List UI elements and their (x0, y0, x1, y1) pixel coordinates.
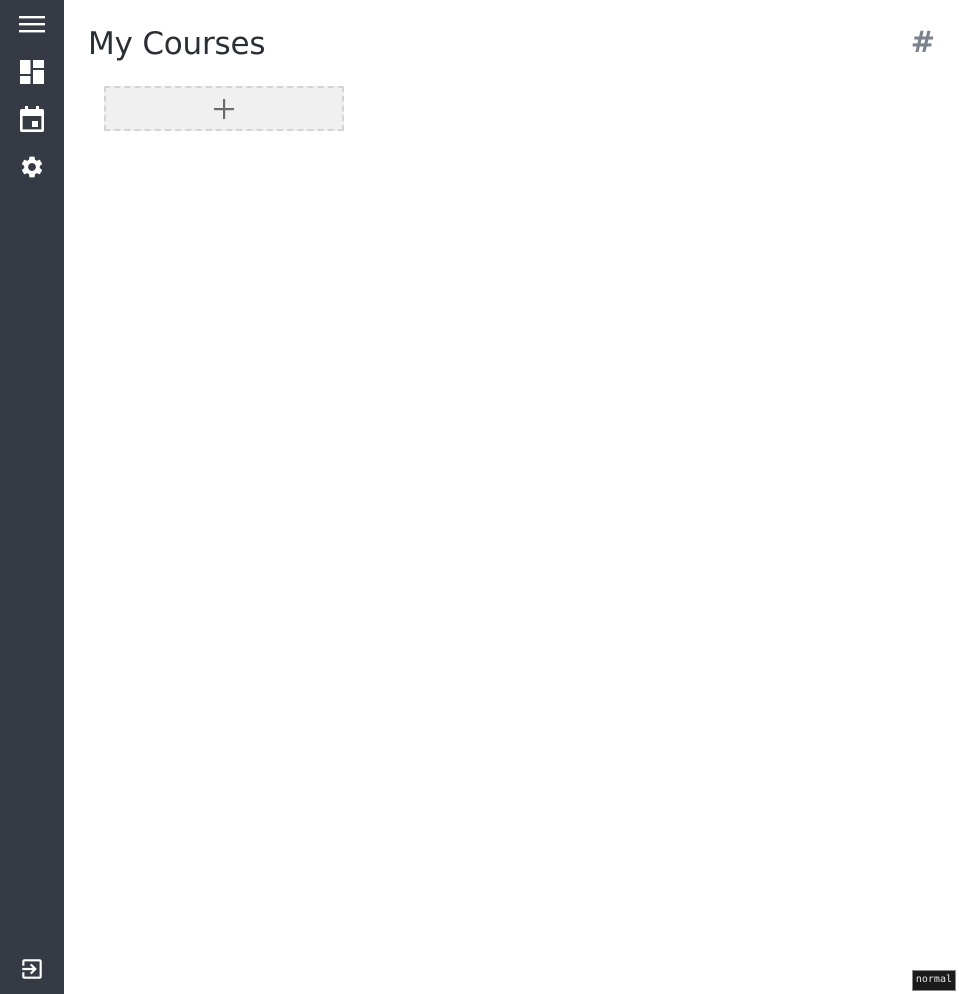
main-content: My Courses # (64, 0, 959, 994)
sidebar-item-settings[interactable] (8, 147, 56, 187)
plus-icon (214, 98, 234, 119)
add-course-button[interactable] (104, 86, 344, 131)
dashboard-icon (20, 60, 44, 84)
sidebar-item-dashboard[interactable] (8, 52, 56, 92)
calendar-icon (20, 106, 44, 132)
logout-button[interactable] (8, 949, 56, 989)
hash-link[interactable]: # (911, 24, 935, 60)
gear-icon (21, 156, 43, 178)
mode-indicator: normal (911, 970, 956, 991)
logout-icon (22, 959, 42, 979)
menu-button[interactable] (8, 4, 56, 44)
sidebar (0, 0, 64, 994)
page-title: My Courses (88, 26, 266, 62)
sidebar-item-calendar[interactable] (8, 99, 56, 139)
menu-icon (19, 16, 45, 33)
